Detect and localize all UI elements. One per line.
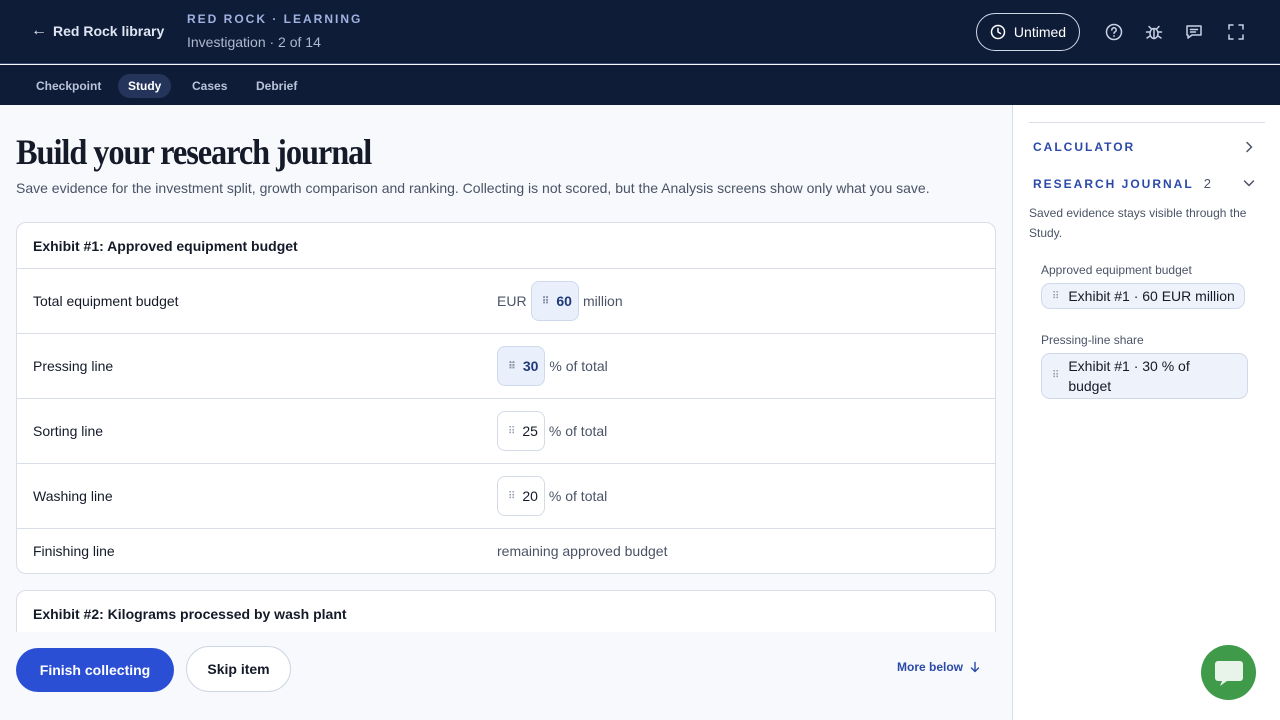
more-below-label: More below xyxy=(897,660,964,674)
bug-icon[interactable] xyxy=(1144,22,1164,42)
evidence-chip[interactable]: ⠿ 20 xyxy=(497,476,545,516)
investigation-progress: Investigation · 2 of 14 xyxy=(187,34,321,50)
timer-label: Untimed xyxy=(1013,24,1067,40)
drag-handle-icon: ⠿ xyxy=(508,425,515,437)
table-row: Sorting line ⠿ 25 % of total xyxy=(17,399,995,464)
back-label: Red Rock library xyxy=(53,23,165,39)
unit-suffix: million xyxy=(582,293,623,309)
row-value: ⠿ 20 % of total xyxy=(497,464,607,528)
right-panel: CALCULATOR RESEARCH JOURNAL 2 Saved evid… xyxy=(1012,105,1280,720)
drag-handle-icon: ⠿ xyxy=(508,490,515,502)
more-below-link[interactable]: More below xyxy=(897,660,981,674)
row-value: EUR ⠿ 60 million xyxy=(497,269,623,333)
journal-note: Saved evidence stays visible through the… xyxy=(1029,206,1247,240)
row-value: ⠿ 30 % of total xyxy=(497,334,608,398)
feedback-icon[interactable] xyxy=(1184,22,1204,42)
evidence-chip-saved[interactable]: ⠿ 30 xyxy=(497,346,546,386)
unit-suffix: % of total xyxy=(548,423,608,439)
research-journal-toggle[interactable]: RESEARCH JOURNAL 2 xyxy=(1033,176,1211,191)
row-label: Sorting line xyxy=(33,423,104,439)
finish-collecting-button[interactable]: Finish collecting xyxy=(16,648,174,692)
chevron-down-icon[interactable] xyxy=(1242,176,1256,190)
arrow-down-icon xyxy=(970,661,980,673)
help-icon[interactable] xyxy=(1104,22,1124,42)
journal-label: RESEARCH JOURNAL xyxy=(1033,176,1194,191)
unit-suffix: % of total xyxy=(548,488,608,504)
back-to-library-link[interactable]: ← Red Rock library xyxy=(31,22,164,40)
clock-icon xyxy=(990,24,1006,40)
evidence-chip-text: Exhibit #1 · 30 % of budget xyxy=(1068,358,1190,394)
timer-button[interactable]: Untimed xyxy=(976,13,1080,51)
exhibit-card: Exhibit #1: Approved equipment budget To… xyxy=(16,222,996,574)
calculator-toggle[interactable]: CALCULATOR xyxy=(1033,140,1135,154)
calculator-label: CALCULATOR xyxy=(1033,140,1136,154)
row-label: Total equipment budget xyxy=(33,293,179,309)
table-row: Washing line ⠿ 20 % of total xyxy=(17,464,995,529)
top-bar: ← Red Rock library RED ROCK · LEARNING I… xyxy=(0,0,1280,64)
chevron-right-icon[interactable] xyxy=(1242,140,1256,154)
divider xyxy=(1029,122,1265,123)
journal-count: 2 xyxy=(1203,176,1211,191)
evidence-value: 25 xyxy=(522,423,538,439)
evidence-chip[interactable]: ⠿ 25 xyxy=(497,411,545,451)
tab-cases[interactable]: Cases xyxy=(182,74,237,98)
evidence-label: Approved equipment budget xyxy=(1041,263,1192,277)
currency-prefix: EUR xyxy=(497,293,527,309)
row-label: Finishing line xyxy=(33,543,115,559)
drag-handle-icon: ⠿ xyxy=(1052,370,1059,381)
tab-debrief[interactable]: Debrief xyxy=(246,74,307,98)
journal-evidence-chip[interactable]: ⠿ Exhibit #1 · 60 EUR million xyxy=(1041,283,1245,309)
table-row: Pressing line ⠿ 30 % of total xyxy=(17,334,995,399)
skip-item-button[interactable]: Skip item xyxy=(186,646,291,692)
tab-bar: Checkpoint Study Cases Debrief xyxy=(0,65,1280,105)
evidence-value: 30 xyxy=(522,358,539,374)
action-footer: Finish collecting Skip item More below xyxy=(0,632,1012,720)
row-label: Washing line xyxy=(33,488,113,504)
table-row: Finishing line remaining approved budget xyxy=(17,529,995,573)
page-subtitle: Save evidence for the investment split, … xyxy=(16,180,930,196)
evidence-value: 20 xyxy=(522,488,538,504)
unit-suffix: % of total xyxy=(549,358,608,374)
fullscreen-icon[interactable] xyxy=(1226,22,1246,42)
chat-button[interactable] xyxy=(1201,645,1256,700)
row-value: ⠿ 25 % of total xyxy=(497,399,607,463)
page-title: Build your research journal xyxy=(16,132,372,172)
journal-evidence-chip[interactable]: ⠿ Exhibit #1 · 30 % of budget xyxy=(1041,353,1248,399)
table-row: Total equipment budget EUR ⠿ 60 million xyxy=(17,269,995,334)
arrow-left-icon: ← xyxy=(31,22,47,39)
drag-handle-icon: ⠿ xyxy=(508,360,516,372)
drag-handle-icon: ⠿ xyxy=(1052,290,1059,302)
row-label: Pressing line xyxy=(33,358,114,374)
brand-label: RED ROCK · LEARNING xyxy=(187,12,363,26)
evidence-value: 60 xyxy=(556,293,572,309)
chat-icon xyxy=(1214,660,1243,686)
main-content: Build your research journal Save evidenc… xyxy=(0,105,1012,720)
evidence-label: Pressing-line share xyxy=(1041,333,1144,347)
evidence-chip-saved[interactable]: ⠿ 60 xyxy=(530,281,579,321)
drag-handle-icon: ⠿ xyxy=(541,295,550,307)
tab-checkpoint[interactable]: Checkpoint xyxy=(26,74,111,98)
tab-study[interactable]: Study xyxy=(118,74,172,98)
evidence-chip-text: Exhibit #1 · 60 EUR million xyxy=(1068,288,1235,304)
exhibit-title: Exhibit #1: Approved equipment budget xyxy=(17,223,995,269)
row-text: remaining approved budget xyxy=(497,543,668,559)
exhibit-title: Exhibit #2: Kilograms processed by wash … xyxy=(17,591,995,637)
